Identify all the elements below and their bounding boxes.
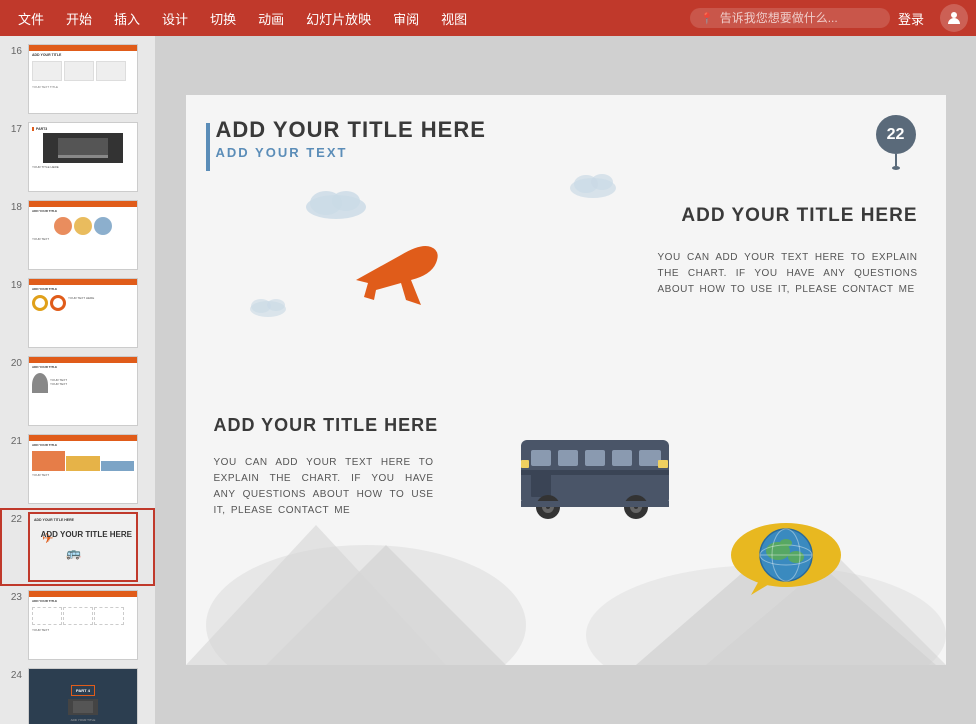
menu-file[interactable]: 文件	[8, 5, 54, 32]
slide-thumb-18[interactable]: 18 ADD YOUR TITLE YOUR TEXT	[0, 196, 155, 274]
badge-pin	[895, 154, 897, 166]
slide-panel[interactable]: 16 ADD YOUR TITLE YOUR TEXT TITLE 17	[0, 36, 155, 724]
slide-preview-21[interactable]: ADD YOUR TITLE YOUR TEXT	[28, 434, 138, 504]
menu-items: 文件 开始 插入 设计 切换 动画 幻灯片放映 审阅 视图	[8, 5, 690, 32]
slide-main-subtitle[interactable]: ADD YOUR TEXT	[216, 145, 348, 160]
search-bar[interactable]: 📍	[690, 8, 890, 28]
title-accent-bar	[206, 123, 210, 171]
slide-number-19: 19	[6, 280, 22, 291]
slide-number-17: 17	[6, 124, 22, 135]
cloud-3	[246, 295, 291, 322]
globe-badge	[716, 515, 846, 605]
badge-dot	[892, 166, 900, 170]
badge-circle: 22	[876, 115, 916, 154]
slide-thumb-19[interactable]: 19 ADD YOUR TITLE YOUR TEXT HERE	[0, 274, 155, 352]
slide-thumb-17[interactable]: 17 PART3 YOUR TITLE HERE	[0, 118, 155, 196]
slide-preview-19[interactable]: ADD YOUR TITLE YOUR TEXT HERE	[28, 278, 138, 348]
slide-thumb-23[interactable]: 23 ADD YOUR TITLE YOUR TEXT	[0, 586, 155, 664]
slide-preview-22[interactable]: ADD YOUR TITLE HERE ✈ 🚌 ADD YOUR TITLE H…	[28, 512, 138, 582]
right-body-text[interactable]: YOU CAN ADD YOUR TEXT HERE TO EXPLAIN TH…	[658, 250, 918, 298]
bus-icon	[516, 425, 676, 530]
slide-preview-16[interactable]: ADD YOUR TITLE YOUR TEXT TITLE	[28, 44, 138, 114]
search-icon: 📍	[700, 12, 714, 25]
slide-number-20: 20	[6, 358, 22, 369]
menu-slideshow[interactable]: 幻灯片放映	[296, 5, 381, 32]
badge-number: 22	[887, 126, 905, 144]
slide-preview-24[interactable]: PART 4 ADD YOUR TITLE	[28, 668, 138, 724]
slide-number-23: 23	[6, 592, 22, 603]
left-bottom-text[interactable]: YOU CAN ADD YOUR TEXT HERE TO EXPLAIN TH…	[214, 455, 434, 519]
slide-thumb-24[interactable]: 24 PART 4 ADD YOUR TITLE	[0, 664, 155, 724]
slide-number-24: 24	[6, 670, 22, 681]
user-icon[interactable]	[940, 4, 968, 32]
menu-start[interactable]: 开始	[56, 5, 102, 32]
menu-bar: 文件 开始 插入 设计 切换 动画 幻灯片放映 审阅 视图 📍 登录	[0, 0, 976, 36]
slide-preview-20[interactable]: ADD YOUR TITLE YOUR TEXTYOUR TEXT	[28, 356, 138, 426]
airplane-icon	[346, 235, 446, 331]
slide-thumb-21[interactable]: 21 ADD YOUR TITLE YOUR TEXT	[0, 430, 155, 508]
thumb-bus-icon: 🚌	[66, 546, 81, 560]
menu-review[interactable]: 审阅	[383, 5, 429, 32]
slide-preview-17[interactable]: PART3 YOUR TITLE HERE	[28, 122, 138, 192]
cloud-2	[566, 170, 621, 203]
content-area: ADD YOUR TITLE HERE ADD YOUR TEXT 22 ADD…	[155, 36, 976, 724]
main-layout: 16 ADD YOUR TITLE YOUR TEXT TITLE 17	[0, 36, 976, 724]
slide-main-title[interactable]: ADD YOUR TITLE HERE	[216, 117, 486, 143]
slide-number-22: 22	[6, 514, 22, 525]
right-title[interactable]: ADD YOUR TITLE HERE	[681, 205, 917, 227]
menu-transition[interactable]: 切换	[200, 5, 246, 32]
search-input[interactable]	[720, 11, 870, 25]
slide-thumb-16[interactable]: 16 ADD YOUR TITLE YOUR TEXT TITLE	[0, 40, 155, 118]
menu-insert[interactable]: 插入	[104, 5, 150, 32]
menu-design[interactable]: 设计	[152, 5, 198, 32]
slide-thumb-22[interactable]: 22 ADD YOUR TITLE HERE ✈ 🚌 ADD YOUR TITL…	[0, 508, 155, 586]
number-badge: 22	[874, 115, 918, 170]
slide-number-16: 16	[6, 46, 22, 57]
slide-number-21: 21	[6, 436, 22, 447]
slide-number-18: 18	[6, 202, 22, 213]
menu-view[interactable]: 视图	[431, 5, 477, 32]
menu-animation[interactable]: 动画	[248, 5, 294, 32]
slide-thumb-20[interactable]: 20 ADD YOUR TITLE YOUR TEXTYOUR TEXT	[0, 352, 155, 430]
main-slide[interactable]: ADD YOUR TITLE HERE ADD YOUR TEXT 22 ADD…	[186, 95, 946, 665]
slide-preview-23[interactable]: ADD YOUR TITLE YOUR TEXT	[28, 590, 138, 660]
menu-right: 登录	[890, 4, 968, 32]
cloud-1	[301, 185, 371, 225]
left-bottom-title[interactable]: ADD YOUR TITLE HERE	[214, 415, 439, 436]
slide-preview-18[interactable]: ADD YOUR TITLE YOUR TEXT	[28, 200, 138, 270]
login-button[interactable]: 登录	[890, 6, 932, 31]
